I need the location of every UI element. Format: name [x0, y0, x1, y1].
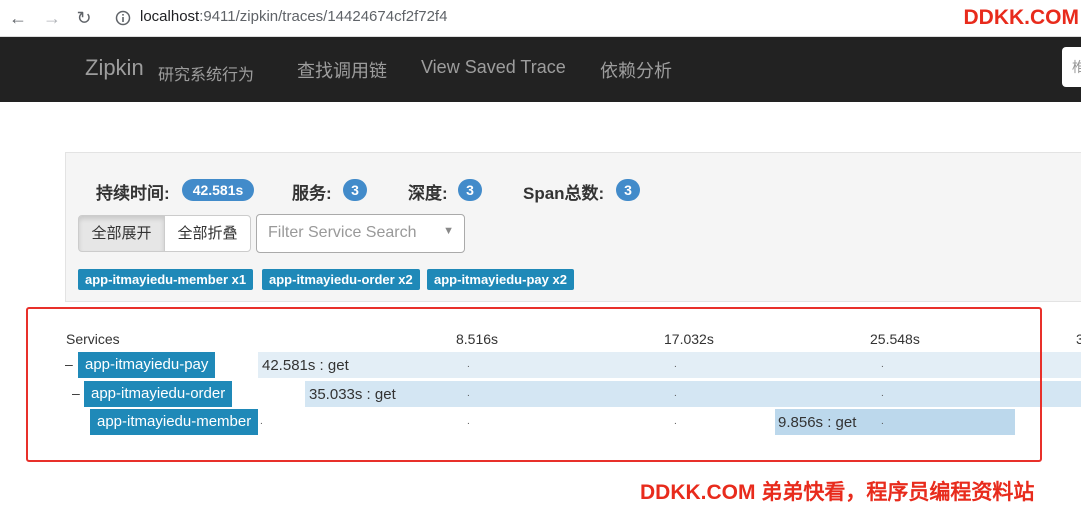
service-tag-order[interactable]: app-itmayiedu-order x2 — [262, 269, 420, 290]
brand-logo[interactable]: Zipkin — [85, 55, 144, 81]
service-tag-pay[interactable]: app-itmayiedu-pay x2 — [427, 269, 574, 290]
nav-dependencies[interactable]: 依赖分析 — [600, 57, 672, 83]
duration-label: 持续时间: — [96, 184, 170, 203]
depth-badge: 3 — [458, 179, 482, 201]
collapse-all-button[interactable]: 全部折叠 — [164, 215, 251, 252]
nav-view-saved-trace[interactable]: View Saved Trace — [421, 57, 566, 78]
filter-service-select[interactable]: Filter Service Search ▼ — [256, 214, 465, 253]
trace-id-input[interactable]: 椎 — [1062, 47, 1081, 87]
info-icon — [115, 10, 131, 26]
services-badge: 3 — [343, 179, 367, 201]
tick-label: 3 — [1076, 331, 1081, 347]
arrow-right-icon[interactable]: → — [40, 6, 64, 30]
url-host: localhost — [140, 8, 200, 25]
url-text[interactable]: localhost:9411/zipkin/traces/14424674cf2… — [140, 8, 447, 25]
service-tag-member[interactable]: app-itmayiedu-member x1 — [78, 269, 254, 290]
expand-all-button[interactable]: 全部展开 — [78, 215, 165, 252]
services-label: 服务: — [292, 184, 332, 203]
browser-toolbar: ← → ↻ localhost:9411/zipkin/traces/14424… — [0, 0, 1081, 37]
span-count-badge: 3 — [616, 179, 640, 201]
nav-find-trace[interactable]: 查找调用链 — [297, 57, 387, 83]
arrow-left-icon[interactable]: ← — [6, 6, 30, 30]
brand-subtitle: 研究系统行为 — [158, 67, 255, 84]
duration-badge: 42.581s — [182, 179, 254, 201]
chevron-down-icon: ▼ — [443, 225, 454, 237]
filter-service-placeholder: Filter Service Search — [268, 224, 417, 241]
depth-label: 深度: — [408, 184, 448, 203]
highlight-box — [26, 307, 1042, 462]
span-count-label: Span总数: — [523, 184, 605, 203]
watermark-top: DDKK.COM — [963, 6, 1080, 29]
url-path: :9411/zipkin/traces/14424674cf2f72f4 — [199, 8, 448, 25]
reload-icon[interactable]: ↻ — [72, 6, 96, 30]
app-navbar: Zipkin 研究系统行为 查找调用链 View Saved Trace 依赖分… — [0, 37, 1081, 102]
